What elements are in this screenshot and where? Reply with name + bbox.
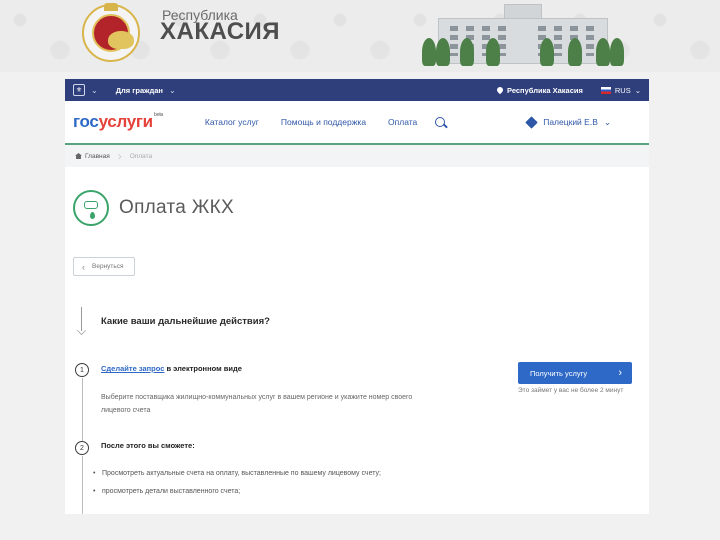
government-building-icon [420,4,625,66]
gosuslugi-page: ⚜ ⌄ Для граждан ⌄ Республика Хакасия RUS… [65,79,649,514]
location-pin-icon [495,85,505,95]
back-button-label: Вернуться [92,263,124,270]
breadcrumb: Главная › Оплата [65,145,649,167]
breadcrumb-home-label: Главная [85,152,110,160]
step1-description: Выберите поставщика жилищно-коммунальных… [101,394,413,414]
chevron-left-icon: ‹ [82,261,85,272]
step-connector [81,456,83,514]
list-item: Просмотреть актуальные счета на оплату, … [93,467,438,480]
chevron-down-icon: ⌄ [634,85,641,95]
logo-part-gos: гос [73,112,99,131]
nav-catalog[interactable]: Каталог услуг [205,117,259,127]
page-title: Оплата ЖКХ [119,197,234,218]
russia-flag-icon [600,86,611,94]
language-selector[interactable]: RUS ⌄ [600,85,641,95]
time-estimate: Это займет у вас не более 2 минут [518,387,624,394]
get-service-button[interactable]: Получить услугу › [518,362,632,384]
page-header: Оплата ЖКХ [73,190,234,226]
region-banner: Республика ХАКАСИЯ [0,0,720,72]
get-service-label: Получить услугу [530,368,588,378]
khakassia-emblem-icon [82,3,140,62]
arrow-down-icon [77,326,86,335]
citizens-menu[interactable]: Для граждан [116,86,163,95]
nav-payment[interactable]: Оплата [388,117,417,127]
home-icon [75,153,82,159]
user-menu[interactable]: Палецкий Е.В ⌄ [525,115,611,129]
coat-of-arms-icon[interactable]: ⚜ [73,84,85,96]
logo-beta: beta [153,112,163,118]
nav-help[interactable]: Помощь и поддержка [281,117,366,127]
profile-cube-icon [525,115,538,129]
chevron-right-icon: › [618,367,622,379]
step2-heading: После этого вы сможете: [101,441,195,450]
main-nav: госуслугиbeta Каталог услуг Помощь и под… [65,101,649,145]
step-number-1: 1 [75,363,89,377]
step1-heading-rest: в электронном виде [164,364,242,373]
breadcrumb-home[interactable]: Главная [75,153,110,160]
actions-question: Какие ваши дальнейшие действия? [101,316,270,327]
user-name: Палецкий Е.В [543,117,598,127]
top-bar: ⚜ ⌄ Для граждан ⌄ Республика Хакасия RUS… [65,79,649,101]
location-label: Республика Хакасия [507,85,583,95]
gosuslugi-logo[interactable]: госуслугиbeta [73,112,163,132]
region-name: ХАКАСИЯ [160,18,281,45]
breadcrumb-current: Оплата [129,152,153,160]
step-number-2: 2 [75,441,89,455]
search-icon[interactable] [435,117,446,127]
location-selector[interactable]: Республика Хакасия [495,85,583,95]
chevron-down-icon[interactable]: ⌄ [169,86,176,95]
list-item: просмотреть детали выставленного счета; [93,485,438,498]
step-connector [81,378,83,441]
logo-part-uslugi: услуги [98,112,154,131]
chevron-down-icon[interactable]: ⌄ [91,86,98,95]
water-tap-icon [73,190,109,226]
step2-list: Просмотреть актуальные счета на оплату, … [93,467,438,503]
step1-heading: Сделайте запрос в электронном виде [101,364,242,373]
back-button[interactable]: ‹ Вернуться [73,257,135,276]
breadcrumb-separator-icon: › [117,149,122,163]
language-label: RUS [614,85,631,95]
make-request-link[interactable]: Сделайте запрос [101,364,164,373]
chevron-down-icon: ⌄ [603,116,611,127]
